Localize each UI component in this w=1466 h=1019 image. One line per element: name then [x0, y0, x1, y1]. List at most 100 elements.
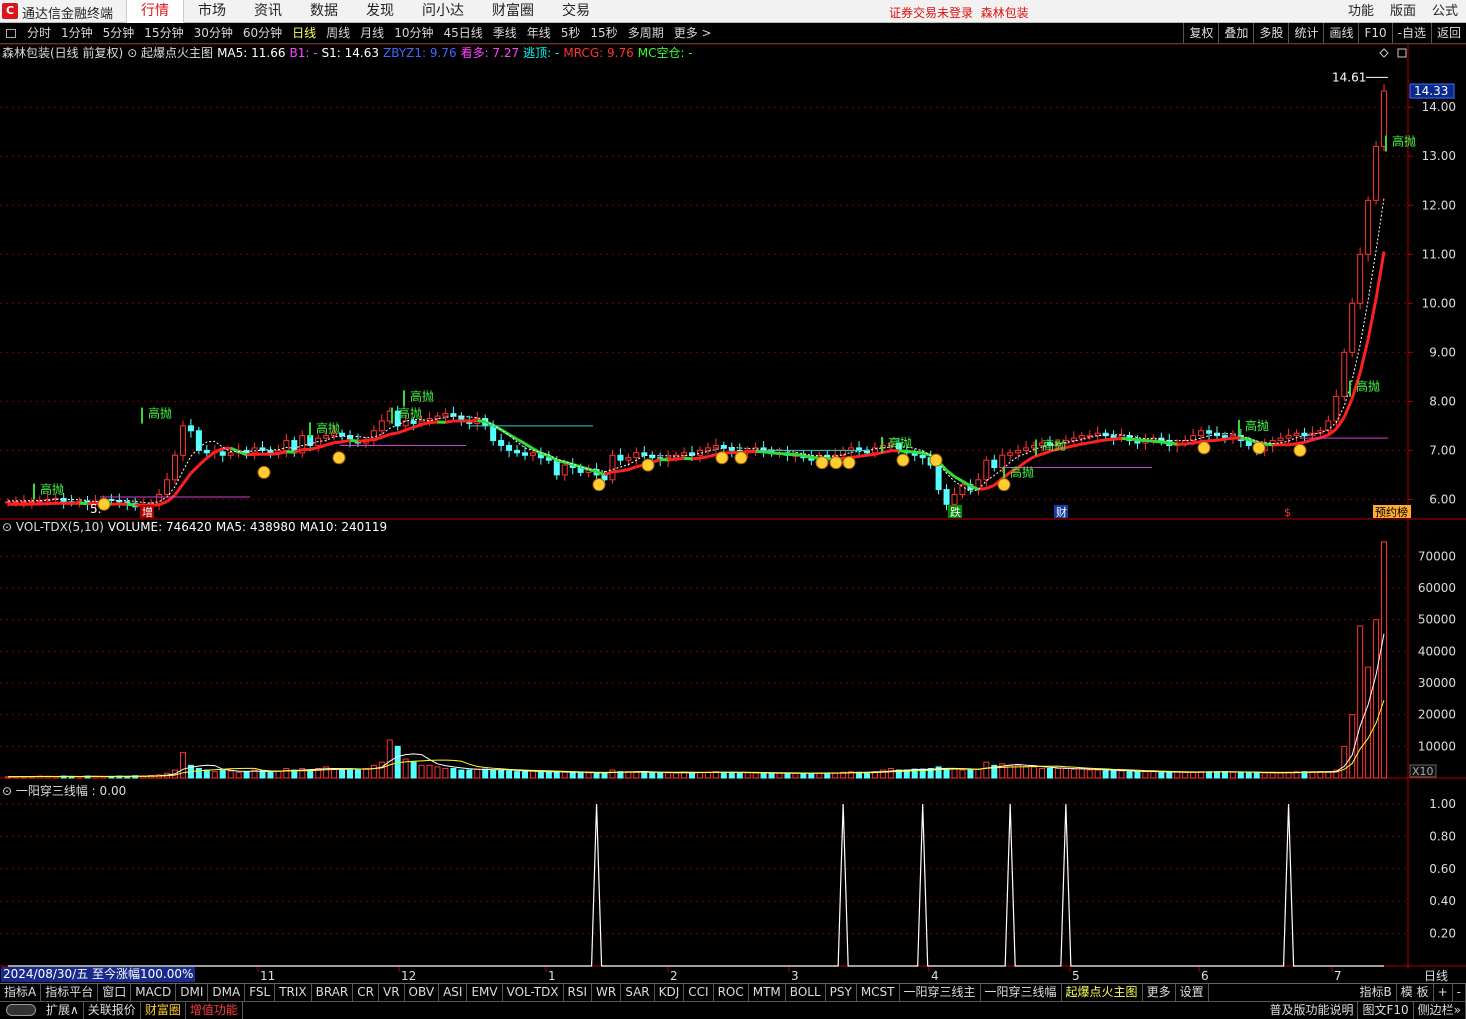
diamond-icon [1379, 48, 1389, 58]
period-2[interactable]: 5分钟 [98, 23, 140, 44]
volume-bar [1245, 771, 1252, 779]
tab-right-3[interactable]: - [1453, 984, 1466, 1001]
period-10[interactable]: 45日线 [438, 23, 487, 44]
status-2[interactable]: 财富圈 [141, 1002, 186, 1019]
money-bag-icon [592, 478, 606, 492]
ma-line-segment [189, 464, 200, 475]
ma-line-segment [691, 456, 701, 461]
signal-label: 高抛 [888, 435, 912, 450]
menu-7[interactable]: 交易 [548, 0, 604, 23]
period-4[interactable]: 30分钟 [189, 23, 238, 44]
tab-15[interactable]: RSI [564, 984, 593, 1001]
volume-bar [1134, 771, 1141, 779]
tab-2[interactable]: 窗口 [98, 984, 132, 1001]
tab-29[interactable]: 设置 [1176, 984, 1209, 1001]
tab-19[interactable]: CCI [684, 984, 714, 1001]
tab-12[interactable]: ASI [439, 984, 468, 1001]
tool-6[interactable]: -自选 [1391, 23, 1431, 43]
tab-28[interactable]: 更多 [1143, 984, 1176, 1001]
status-1[interactable]: 关联报价 [84, 1002, 141, 1019]
tool-3[interactable]: 统计 [1288, 23, 1323, 43]
period-5[interactable]: 60分钟 [238, 23, 287, 44]
volume-bar [1110, 770, 1117, 779]
period-8[interactable]: 月线 [355, 23, 389, 44]
tab-5[interactable]: DMA [208, 984, 246, 1001]
tab-21[interactable]: MTM [749, 984, 786, 1001]
candle-body [553, 459, 560, 476]
period-0[interactable]: 分时 [22, 23, 56, 44]
status-0[interactable]: 扩展∧ [42, 1002, 84, 1019]
tool-0[interactable]: 复权 [1183, 23, 1218, 43]
tab-8[interactable]: BRAR [312, 984, 354, 1001]
tab-0[interactable]: 指标A [0, 984, 42, 1001]
tab-20[interactable]: ROC [714, 984, 749, 1001]
volume-bar [720, 771, 727, 779]
right-menu-2[interactable]: 公式 [1424, 0, 1466, 23]
tab-16[interactable]: WR [592, 984, 622, 1001]
period-3[interactable]: 15分钟 [139, 23, 188, 44]
period-11[interactable]: 季线 [488, 23, 522, 44]
ma-line-segment [612, 469, 621, 474]
tab-right-2[interactable]: + [1434, 984, 1453, 1001]
tab-6[interactable]: FSL [245, 984, 276, 1001]
right-menu-1[interactable]: 版面 [1382, 0, 1424, 23]
period-1[interactable]: 1分钟 [56, 23, 98, 44]
tab-right-0[interactable]: 指标B [1356, 984, 1397, 1001]
menu-3[interactable]: 数据 [296, 0, 352, 23]
period-16[interactable]: 更多 > [669, 23, 717, 44]
tab-17[interactable]: SAR [621, 984, 655, 1001]
volume-bar [975, 768, 982, 779]
login-notice[interactable]: 证券交易未登录 森林包装 [889, 4, 1029, 21]
tab-25[interactable]: 一阳穿三线主 [900, 984, 981, 1001]
status-right-2[interactable]: 侧边栏» [1414, 1002, 1466, 1019]
tab-23[interactable]: PSY [826, 984, 857, 1001]
ma-line-segment [1105, 437, 1114, 442]
menu-2[interactable]: 资讯 [240, 0, 296, 23]
tab-9[interactable]: CR [353, 984, 379, 1001]
tab-4[interactable]: DMI [176, 984, 209, 1001]
tool-7[interactable]: 返回 [1430, 23, 1466, 43]
right-menu-0[interactable]: 功能 [1340, 0, 1382, 23]
ind-axis-label-1: 0.80 [1429, 829, 1456, 843]
status-3[interactable]: 增值功能 [186, 1002, 243, 1019]
period-13[interactable]: 5秒 [556, 23, 586, 44]
volume-bar [704, 771, 711, 779]
tab-10[interactable]: VR [379, 984, 405, 1001]
tool-2[interactable]: 多股 [1253, 23, 1288, 43]
tab-14[interactable]: VOL-TDX [503, 984, 564, 1001]
period-12[interactable]: 年线 [522, 23, 556, 44]
vol-axis-label-1: 60000 [1418, 581, 1456, 595]
tab-18[interactable]: KDJ [655, 984, 685, 1001]
tab-26[interactable]: 一阳穿三线幅 [981, 984, 1062, 1001]
candle-body [625, 457, 632, 461]
tab-22[interactable]: BOLL [786, 984, 826, 1001]
period-9[interactable]: 10分钟 [389, 23, 438, 44]
toggle-switch-icon[interactable] [6, 1004, 36, 1016]
tab-27[interactable]: 起爆点火主图 [1062, 984, 1143, 1001]
menu-1[interactable]: 市场 [184, 0, 240, 23]
stock-chart[interactable]: 14.0013.0012.0011.0010.009.008.007.006.0… [0, 44, 1466, 982]
tab-1[interactable]: 指标平台 [41, 984, 99, 1001]
status-right-0[interactable]: 普及版功能说明 [1265, 1002, 1359, 1019]
tab-right-1[interactable]: 模 板 [1397, 984, 1434, 1001]
period-15[interactable]: 多周期 [623, 23, 669, 44]
tab-7[interactable]: TRIX [275, 984, 312, 1001]
period-7[interactable]: 周线 [321, 23, 355, 44]
tab-3[interactable]: MACD [131, 984, 177, 1001]
menu-5[interactable]: 问小达 [408, 0, 478, 23]
menu-6[interactable]: 财富圈 [478, 0, 548, 23]
period-14[interactable]: 15秒 [585, 23, 622, 44]
menu-0[interactable]: 行情 [126, 0, 184, 23]
tool-1[interactable]: 叠加 [1218, 23, 1253, 43]
tool-5[interactable]: F10 [1358, 23, 1391, 43]
panel-toggle-icon[interactable] [6, 28, 16, 38]
ma-line-segment [127, 502, 136, 507]
period-6[interactable]: 日线 [287, 23, 321, 44]
menu-4[interactable]: 发现 [352, 0, 408, 23]
tab-13[interactable]: EMV [467, 984, 503, 1001]
tab-24[interactable]: MCST [857, 984, 900, 1001]
tool-4[interactable]: 画线 [1323, 23, 1358, 43]
status-right-1[interactable]: 图文F10 [1358, 1002, 1414, 1019]
tab-11[interactable]: OBV [405, 984, 440, 1001]
price-axis-label-3: 11.00 [1422, 247, 1456, 261]
